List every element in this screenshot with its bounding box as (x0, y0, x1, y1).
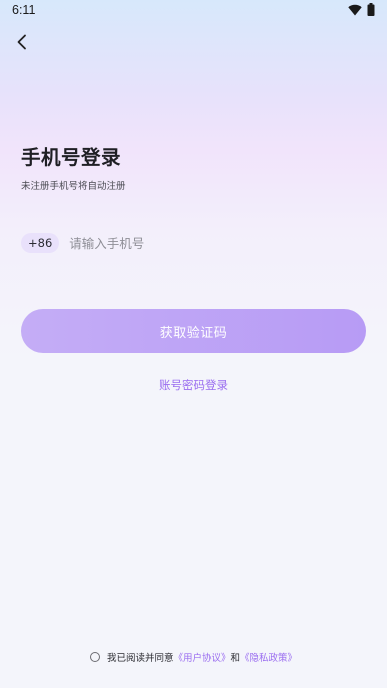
agreement-conjunction: 和 (230, 653, 241, 664)
battery-icon (367, 3, 375, 16)
agreement-prefix: 我已阅读并同意 (106, 653, 174, 664)
page-title: 手机号登录 (21, 146, 122, 169)
agree-checkbox[interactable] (89, 652, 100, 662)
agreement-row: 我已阅读并同意 《用户协议》 和 《隐私政策》 (0, 649, 387, 665)
phone-input[interactable] (69, 235, 330, 251)
page-subtitle: 未注册手机号将自动注册 (21, 181, 126, 192)
user-agreement-link[interactable]: 《用户协议》 (173, 650, 230, 664)
chevron-left-icon (17, 34, 26, 50)
phone-input-row: +86 (21, 232, 366, 254)
get-verification-code-button[interactable]: 获取验证码 (21, 309, 366, 353)
privacy-policy-link[interactable]: 《隐私政策》 (240, 650, 297, 664)
password-login-link[interactable]: 账号密码登录 (0, 377, 387, 393)
status-time: 6:11 (12, 3, 36, 17)
country-code-selector[interactable]: +86 (21, 233, 60, 253)
status-bar: 6:11 (0, 0, 387, 22)
back-button[interactable] (10, 30, 34, 54)
wifi-icon (348, 4, 362, 16)
